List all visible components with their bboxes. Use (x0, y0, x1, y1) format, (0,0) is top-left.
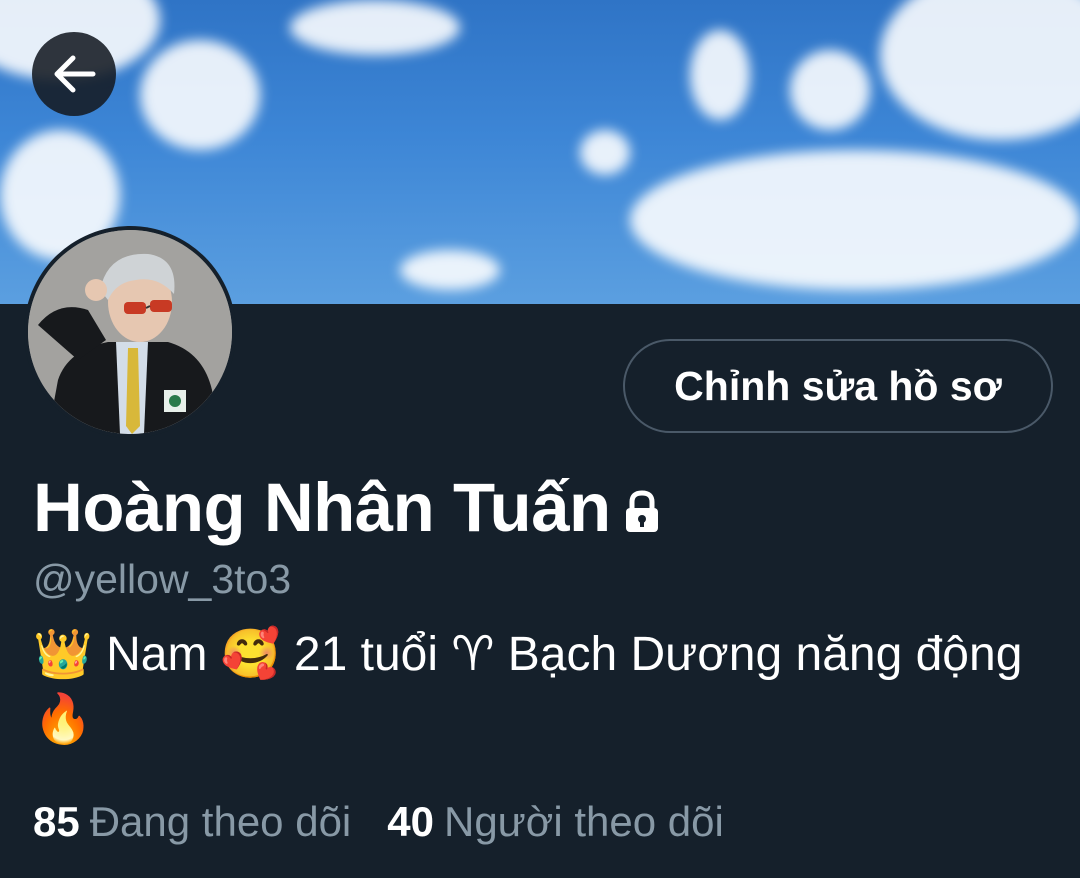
banner-cloud (790, 50, 870, 130)
banner-cloud (290, 0, 460, 55)
banner-cloud (400, 250, 500, 290)
followers-stat[interactable]: 40 Người theo dõi (387, 798, 724, 846)
fire-emoji: 🔥 (33, 691, 93, 747)
avatar-image (28, 230, 232, 434)
lock-icon (625, 490, 658, 532)
display-name: Hoàng Nhân Tuấn (33, 469, 611, 546)
aries-emoji: ♈ (451, 626, 495, 682)
profile-bio: 👑 Nam 🥰 21 tuổi ♈ Bạch Dương năng động 🔥 (33, 622, 1043, 752)
following-stat[interactable]: 85 Đang theo dõi (33, 798, 351, 846)
back-button[interactable] (32, 32, 116, 116)
profile-stats: 85 Đang theo dõi 40 Người theo dõi (33, 798, 724, 846)
bio-zodiac: Bạch Dương năng động (507, 628, 1023, 681)
banner-cloud (880, 0, 1080, 140)
arrow-left-icon (54, 55, 96, 93)
banner-cloud (140, 40, 260, 150)
bio-gender: Nam (106, 628, 208, 681)
smiling-face-with-hearts-emoji: 🥰 (220, 626, 281, 682)
banner-cloud (580, 130, 630, 175)
avatar[interactable] (24, 226, 236, 438)
name-row: Hoàng Nhân Tuấn (33, 466, 663, 550)
edit-profile-button[interactable]: Chỉnh sửa hồ sơ (623, 339, 1053, 433)
followers-count: 40 (387, 798, 434, 845)
banner-cloud (630, 150, 1080, 290)
avatar-illustration (28, 230, 232, 434)
followers-label: Người theo dõi (443, 798, 724, 845)
following-count: 85 (33, 798, 80, 845)
profile-handle: @yellow_3to3 (33, 556, 292, 602)
following-label: Đang theo dõi (89, 798, 352, 845)
bio-age: 21 tuổi (293, 628, 439, 681)
crown-emoji: 👑 (33, 626, 93, 682)
banner-cloud (690, 30, 750, 120)
